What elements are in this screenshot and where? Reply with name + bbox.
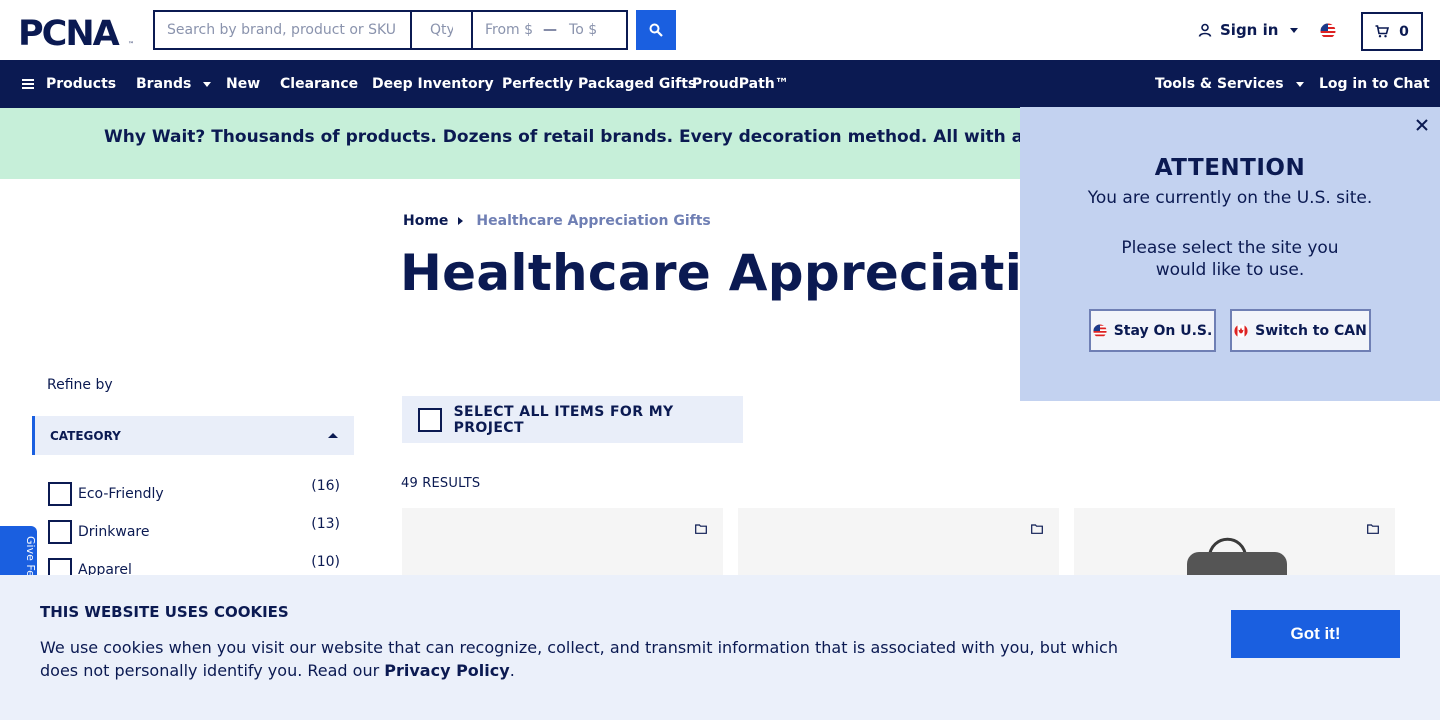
price-range: From $ — To $ — [473, 12, 626, 48]
chevron-down-icon — [1295, 81, 1304, 87]
results-count: 49 RESULTS — [401, 476, 481, 491]
nav-brands[interactable]: Brands — [136, 60, 212, 108]
chevron-up-icon — [328, 433, 338, 438]
category-count: (16) — [311, 478, 340, 494]
add-to-project-icon[interactable] — [1367, 524, 1379, 534]
category-checkbox[interactable] — [48, 482, 72, 506]
svg-text:™: ™ — [128, 41, 134, 48]
breadcrumb-current: Healthcare Appreciation Gifts — [476, 213, 711, 229]
nav-proudpath[interactable]: ProudPath™ — [692, 60, 789, 108]
search-button[interactable] — [636, 10, 676, 50]
category-filter-header[interactable]: CATEGORY — [32, 416, 354, 455]
search-input[interactable] — [155, 12, 412, 48]
us-flag-icon — [1093, 323, 1107, 338]
add-to-project-icon[interactable] — [1031, 524, 1043, 534]
locale-popup: ATTENTION You are currently on the U.S. … — [1020, 107, 1440, 401]
category-label: Eco-Friendly — [78, 486, 164, 502]
us-flag-icon[interactable] — [1320, 23, 1336, 39]
search-bar: From $ — To $ — [153, 10, 628, 50]
nav-packaged-gifts[interactable]: Perfectly Packaged Gifts — [502, 60, 696, 108]
nav-deep-inventory[interactable]: Deep Inventory — [372, 60, 494, 108]
cookie-accept-button[interactable]: Got it! — [1231, 610, 1400, 658]
cart-icon — [1375, 25, 1390, 38]
page: PCNA ™ From $ — To $ Sign in — [0, 0, 1440, 720]
chevron-down-icon — [1290, 27, 1299, 33]
close-icon[interactable] — [1414, 117, 1430, 133]
nav-products[interactable]: Products — [22, 60, 116, 108]
privacy-policy-link[interactable]: Privacy Policy — [384, 661, 509, 680]
cookie-period: . — [509, 661, 515, 680]
nav-tools-services[interactable]: Tools & Services — [1155, 60, 1304, 108]
stay-on-us-label: Stay On U.S. — [1113, 322, 1213, 339]
category-header-label: CATEGORY — [50, 428, 121, 443]
locale-title: ATTENTION — [1154, 155, 1306, 181]
switch-to-can-label: Switch to CAN — [1255, 322, 1367, 339]
switch-to-can-button[interactable]: Switch to CAN — [1230, 309, 1371, 352]
menu-icon — [22, 79, 34, 89]
select-all-checkbox[interactable] — [418, 407, 442, 432]
cookie-title: THIS WEBSITE USES COOKIES — [40, 603, 289, 621]
price-dash: — — [543, 22, 558, 38]
category-option[interactable]: Eco-Friendly (16) — [48, 478, 340, 506]
price-to-input[interactable]: To $ — [569, 22, 597, 38]
stay-on-us-button[interactable]: Stay On U.S. — [1089, 309, 1216, 352]
locale-message: You are currently on the U.S. site. — [1087, 188, 1373, 208]
main-nav: Products Brands New Clearance Deep Inven… — [0, 60, 1440, 108]
sign-in-menu[interactable]: Sign in — [1198, 21, 1299, 39]
cart-button[interactable]: 0 — [1361, 12, 1423, 51]
nav-brands-label: Brands — [136, 76, 192, 92]
add-to-project-icon[interactable] — [695, 524, 707, 534]
locale-prompt-2: would like to use. — [1155, 260, 1305, 280]
category-count: (13) — [311, 516, 340, 532]
breadcrumb-home[interactable]: Home — [403, 213, 448, 229]
locale-prompt: Please select the site you — [1121, 238, 1339, 258]
select-all-label: SELECT ALL ITEMS FOR MY PROJECT — [453, 403, 674, 436]
search-icon — [649, 23, 663, 37]
canada-flag-icon — [1234, 323, 1248, 338]
select-all-bar[interactable]: SELECT ALL ITEMS FOR MY PROJECT — [402, 396, 743, 443]
nav-tools-label: Tools & Services — [1155, 76, 1284, 92]
nav-products-label: Products — [46, 76, 117, 92]
pcna-logo[interactable]: PCNA ™ — [18, 14, 136, 48]
chat-login-link[interactable]: Log in to Chat — [1319, 60, 1430, 108]
breadcrumb: Home Healthcare Appreciation Gifts — [403, 213, 711, 229]
site-header: PCNA ™ From $ — To $ Sign in — [0, 0, 1440, 60]
cart-count: 0 — [1399, 23, 1409, 40]
nav-new[interactable]: New — [226, 60, 260, 108]
chevron-down-icon — [203, 81, 212, 87]
chevron-right-icon — [458, 217, 464, 225]
sign-in-label: Sign in — [1220, 21, 1279, 39]
price-from-input[interactable]: From $ — [485, 22, 533, 38]
nav-clearance[interactable]: Clearance — [280, 60, 358, 108]
refine-by-label: Refine by — [47, 377, 113, 393]
user-icon — [1198, 23, 1212, 37]
category-option[interactable]: Drinkware (13) — [48, 516, 340, 544]
category-label: Drinkware — [78, 524, 150, 540]
cookie-text: We use cookies when you visit our websit… — [40, 636, 1150, 682]
category-checkbox[interactable] — [48, 520, 72, 544]
category-count: (10) — [311, 554, 340, 570]
qty-input[interactable] — [412, 12, 473, 48]
logo-text: PCNA — [18, 14, 120, 48]
promo-text[interactable]: Why Wait? Thousands of products. Dozens … — [104, 127, 1115, 147]
cookie-banner: THIS WEBSITE USES COOKIES We use cookies… — [0, 575, 1440, 720]
cookie-body: We use cookies when you visit our websit… — [40, 638, 1118, 680]
